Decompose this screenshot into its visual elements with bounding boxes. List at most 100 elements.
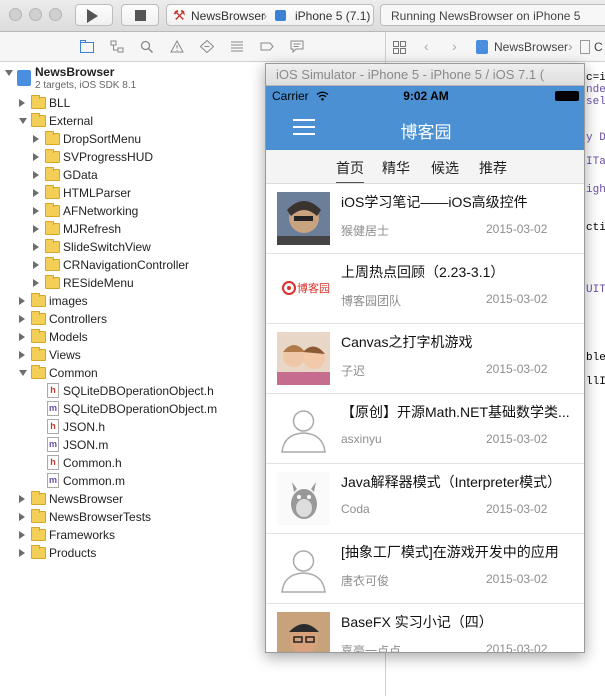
disclosure-closed-icon[interactable] [33, 261, 39, 269]
category-tab[interactable]: 精华 [382, 158, 410, 178]
zoom-window-button[interactable] [49, 8, 62, 21]
back-chevron-icon[interactable]: ‹ [424, 38, 429, 54]
default-avatar-icon [277, 542, 330, 595]
code-fragment: y Da [586, 132, 605, 144]
post-list-item[interactable]: Canvas之打字机游戏 子迟 2015-03-02 [266, 324, 584, 394]
cnblogs-logo-text: 博客园 [297, 281, 330, 295]
disclosure-open-icon[interactable] [5, 70, 13, 76]
disclosure-open-icon[interactable] [19, 370, 27, 376]
ios-status-bar: Carrier 9:02 AM [266, 86, 584, 106]
post-author: 嘉豪一点点 [341, 644, 402, 653]
post-thumbnail [277, 472, 330, 525]
code-fragment: bleV [586, 352, 605, 364]
disclosure-closed-icon[interactable] [33, 225, 39, 233]
post-date: 2015-03-02 [486, 292, 548, 306]
disclosure-closed-icon[interactable] [19, 549, 25, 557]
disclosure-closed-icon[interactable] [33, 279, 39, 287]
navigator-item-label: Common [49, 366, 98, 380]
project-file-icon [476, 40, 488, 54]
stop-button[interactable] [121, 4, 159, 26]
post-thumbnail [277, 332, 330, 385]
search-icon[interactable] [140, 40, 154, 53]
folder-icon [45, 203, 60, 217]
folder-icon [31, 509, 46, 523]
post-list-item[interactable]: Java解释器模式（Interpreter模式） Coda 2015-03-02 [266, 464, 584, 534]
navigator-selector-bar [0, 32, 385, 62]
navigator-item-label: Common.h [63, 456, 122, 470]
disclosure-closed-icon[interactable] [33, 189, 39, 197]
hammer-icon: ⚒ [173, 7, 186, 23]
debug-list-icon[interactable] [230, 40, 244, 53]
disclosure-closed-icon[interactable] [33, 153, 39, 161]
folder-icon [45, 257, 60, 271]
post-list-item[interactable]: [抽象工厂模式]在游戏开发中的应用 唐衣可俊 2015-03-02 [266, 534, 584, 604]
disclosure-closed-icon[interactable] [19, 351, 25, 359]
code-fragment: sel [586, 96, 605, 108]
folder-icon [31, 95, 46, 109]
post-title: [抽象工厂模式]在游戏开发中的应用 [341, 544, 559, 560]
folder-icon [45, 185, 60, 199]
disclosure-closed-icon[interactable] [19, 495, 25, 503]
folder-navigator-icon[interactable] [80, 40, 94, 53]
related-items-grid-icon[interactable] [393, 41, 406, 54]
code-fragment: ITab [586, 156, 605, 168]
category-tab[interactable]: 推荐 [479, 158, 507, 178]
stop-icon [135, 10, 146, 21]
clock-label: 9:02 AM [403, 89, 449, 103]
category-tab[interactable]: 候选 [431, 158, 459, 178]
xcode-project-icon [17, 70, 31, 86]
editor-jump-bar: ‹ › NewsBrowser › C [386, 32, 605, 62]
test-diamond-icon[interactable] [200, 40, 214, 53]
post-title: BaseFX 实习小记（四） [341, 614, 493, 630]
minimize-window-button[interactable] [29, 8, 42, 21]
post-title: Java解释器模式（Interpreter模式） [341, 474, 562, 490]
app-navigation-bar: 博客园 [266, 106, 584, 150]
navigator-item-label: Controllers [49, 312, 108, 326]
disclosure-closed-icon[interactable] [33, 135, 39, 143]
folder-icon [31, 113, 46, 127]
app-title: 博客园 [400, 123, 452, 142]
navigator-item-label: NewsBrowserTests [49, 510, 152, 524]
jump-bar-next[interactable]: C [594, 40, 603, 54]
disclosure-closed-icon[interactable] [19, 531, 25, 539]
disclosure-closed-icon[interactable] [19, 99, 25, 107]
navigator-item-label: NewsBrowser [49, 492, 124, 506]
navigator-item-label: SQLiteDBOperationObject.m [63, 402, 218, 416]
folder-icon [31, 347, 46, 361]
disclosure-closed-icon[interactable] [19, 297, 25, 305]
disclosure-closed-icon[interactable] [19, 315, 25, 323]
forward-chevron-icon[interactable]: › [452, 38, 457, 54]
disclosure-closed-icon[interactable] [33, 243, 39, 251]
default-avatar-icon [277, 402, 330, 455]
scheme-selector[interactable]: ⚒ NewsBrowser › iPhone 5 (7.1) [166, 4, 374, 26]
scheme-project-label: NewsBrowser [191, 9, 266, 23]
disclosure-open-icon[interactable] [19, 118, 27, 124]
folder-icon [45, 221, 60, 235]
post-list-item[interactable]: 【原创】开源Math.NET基础数学类... asxinyu 2015-03-02 [266, 394, 584, 464]
symbol-navigator-icon[interactable] [110, 40, 124, 53]
code-fragment: UIT [586, 284, 605, 296]
disclosure-closed-icon[interactable] [33, 171, 39, 179]
post-list-item[interactable]: BaseFX 实习小记（四） 嘉豪一点点 2015-03-02 [266, 604, 584, 653]
post-date: 2015-03-02 [486, 572, 548, 586]
category-tab-bar: 首页 精华 候选 推荐 [266, 150, 584, 184]
scheme-device-label: iPhone 5 (7.1) [295, 9, 371, 23]
disclosure-closed-icon[interactable] [19, 513, 25, 521]
activity-status: Running NewsBrowser on iPhone 5 [380, 4, 605, 26]
post-date: 2015-03-02 [486, 362, 548, 376]
source-file-icon: m [47, 401, 59, 416]
breakpoint-icon[interactable] [260, 40, 274, 53]
category-tab[interactable]: 首页 [336, 158, 364, 183]
log-bubble-icon[interactable] [290, 40, 304, 53]
folder-icon [31, 293, 46, 307]
post-list-item[interactable]: iOS学习笔记——iOS高级控件 猴健居士 2015-03-02 [266, 184, 584, 254]
disclosure-closed-icon[interactable] [19, 333, 25, 341]
post-list-item[interactable]: 博客园 上周热点回顾（2.23-3.1） 博客园团队 2015-03-02 [266, 254, 584, 324]
jump-bar-breadcrumb[interactable]: NewsBrowser [494, 40, 568, 54]
disclosure-closed-icon[interactable] [33, 207, 39, 215]
close-window-button[interactable] [9, 8, 22, 21]
issue-warning-icon[interactable] [170, 40, 184, 53]
navigator-item-label: SQLiteDBOperationObject.h [63, 384, 214, 398]
run-button[interactable] [75, 4, 113, 26]
project-subtitle: 2 targets, iOS SDK 8.1 [35, 80, 137, 91]
